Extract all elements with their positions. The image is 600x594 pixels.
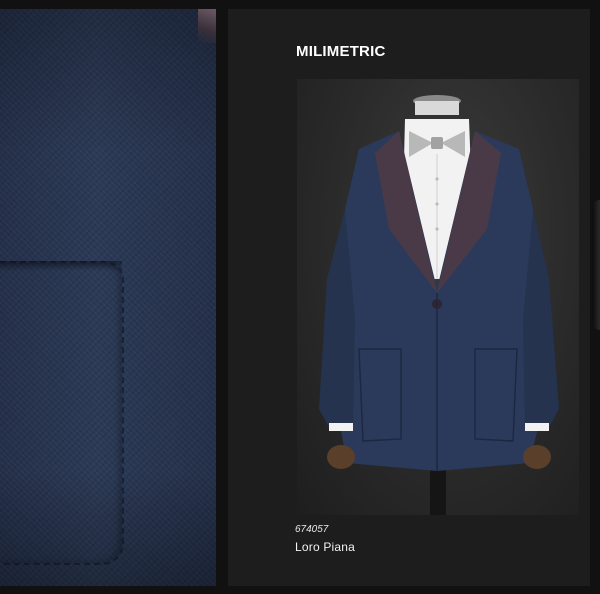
product-sku: 674057 (295, 524, 329, 535)
tuxedo-illustration (319, 95, 559, 515)
product-gallery: MILIMETRIC 674057 Loro Piana (0, 0, 600, 594)
brand-title: MILIMETRIC (296, 43, 386, 60)
fabric-closeup-image (0, 9, 216, 586)
next-item-peek[interactable] (592, 200, 600, 330)
product-card[interactable]: MILIMETRIC 674057 Loro Piana (228, 9, 590, 586)
lapel-corner (198, 9, 216, 43)
fabric-name: Loro Piana (295, 540, 356, 554)
product-photo[interactable] (297, 79, 579, 515)
patch-pocket-stitching (0, 261, 124, 565)
